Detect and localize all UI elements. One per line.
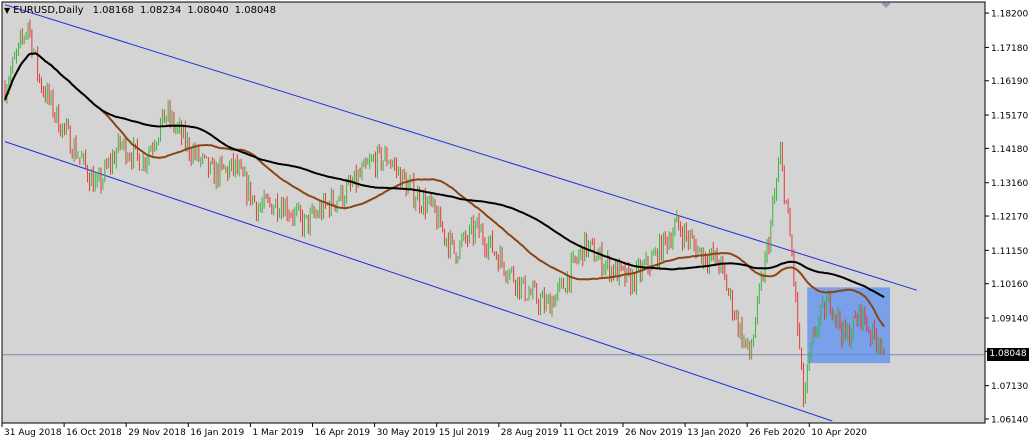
chart-window[interactable]: 1.18200 1.17180 1.16190 1.15170 1.14180 1.131…: [0, 0, 1033, 442]
x-tick-label: 30 May 2019: [377, 428, 436, 438]
price-chart[interactable]: 1.18200 1.17180 1.16190 1.15170 1.14180 1.131…: [0, 0, 1033, 442]
close-value: 1.08048: [234, 4, 277, 16]
y-tick-label: 1.13160: [991, 179, 1028, 189]
y-tick-label: 1.17180: [991, 44, 1028, 54]
y-tick-label: 1.15170: [991, 112, 1028, 122]
x-tick-label: 26 Nov 2019: [625, 428, 683, 438]
y-tick-label: 1.12170: [991, 213, 1028, 223]
x-tick-label: 28 Aug 2019: [501, 428, 559, 438]
y-tick-label: 1.14180: [991, 145, 1028, 155]
x-tick-label: 26 Feb 2020: [749, 428, 805, 438]
x-tick-label: 15 Jul 2019: [439, 428, 490, 438]
x-tick-label: 10 Apr 2020: [811, 428, 867, 438]
y-tick-label: 1.18200: [991, 10, 1028, 20]
y-tick-label: 1.06140: [991, 415, 1028, 425]
y-tick-label: 1.10160: [991, 280, 1028, 290]
symbol-label: EURUSD,Daily: [13, 4, 84, 16]
x-tick-label: 1 Mar 2019: [252, 428, 304, 438]
x-tick-label: 29 Nov 2018: [128, 428, 186, 438]
y-tick-label: 1.07130: [991, 382, 1028, 392]
y-tick-label: 1.16190: [991, 77, 1028, 87]
price-axis: 1.18200 1.17180 1.16190 1.15170 1.14180 1.131…: [985, 10, 1028, 425]
x-tick-label: 16 Oct 2018: [66, 428, 122, 438]
current-price-label: 1.08048: [987, 348, 1029, 361]
dropdown-triangle-icon[interactable]: ▼: [4, 6, 10, 15]
y-tick-label: 1.11150: [991, 247, 1028, 257]
range-box-layer: [807, 287, 891, 364]
x-tick-label: 13 Jan 2020: [687, 428, 741, 438]
x-tick-label: 11 Oct 2019: [563, 428, 619, 438]
y-tick-label: 1.09140: [991, 315, 1028, 325]
high-value: 1.08234: [139, 4, 182, 16]
time-axis: 31 Aug 2018 16 Oct 2018 29 Nov 2018 16 Jan …: [1, 423, 867, 438]
low-value: 1.08040: [187, 4, 229, 16]
x-tick-label: 16 Jan 2019: [190, 428, 244, 438]
x-tick-label: 31 Aug 2018: [4, 428, 62, 438]
open-value: 1.08168: [92, 4, 134, 16]
chart-header: ▼ EURUSD,Daily 1.08168 1.08234 1.08040 1…: [4, 3, 279, 17]
x-tick-label: 16 Apr 2019: [315, 428, 371, 438]
range-box: [807, 287, 891, 364]
